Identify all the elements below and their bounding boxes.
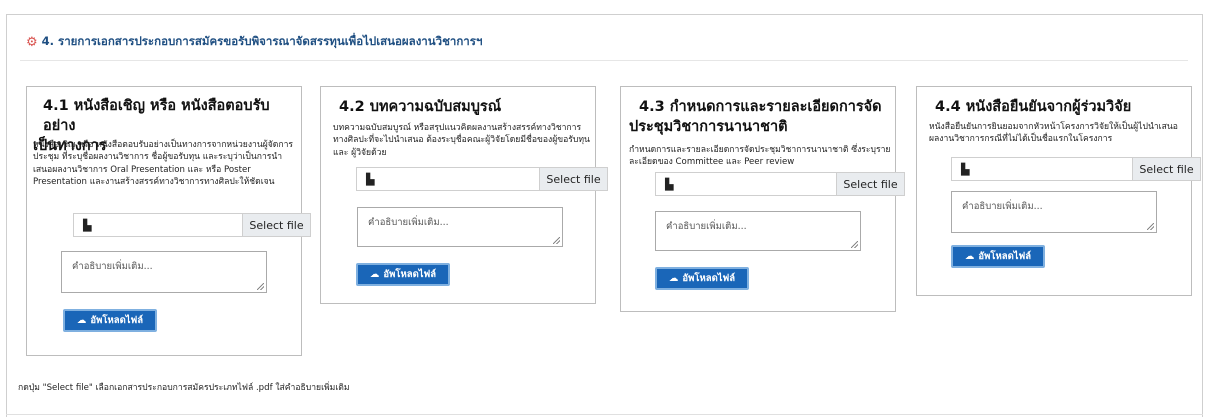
textarea-placeholder: คำอธิบายเพิ่มเติม... <box>368 217 449 228</box>
document-card-4-3: 4.3 กำหนดการและรายละเอียดการจัด ประชุมวิ… <box>620 86 905 312</box>
card-title: 4.4 หนังสือยืนยันจากผู้ร่วมวิจัย <box>935 99 1132 115</box>
resize-handle[interactable] <box>851 241 858 248</box>
upload-file-button[interactable]: ☁ อัพโหลดไฟล์ <box>655 267 749 290</box>
gear-icon: ⚙ <box>26 34 38 50</box>
file-icon: ▙ <box>665 177 674 191</box>
instruction-note: กดปุ่ม "Select file" เลือกเอกสารประกอบกา… <box>18 383 350 393</box>
select-file-button[interactable]: Select file <box>243 213 311 237</box>
cloud-upload-icon: ☁ <box>369 269 380 280</box>
upload-file-button[interactable]: ☁ อัพโหลดไฟล์ <box>63 309 157 332</box>
file-icon: ▙ <box>366 172 375 186</box>
document-card-4-1: 4.1 หนังสือเชิญ หรือ หนังสือตอบรับอย่าง … <box>26 86 311 356</box>
file-picker[interactable]: ▙ Select file <box>356 167 608 191</box>
section-header: ⚙ 4. รายการเอกสารประกอบการสมัครขอรับพิจา… <box>26 33 482 51</box>
file-picker[interactable]: ▙ Select file <box>951 157 1201 181</box>
bottom-divider <box>6 414 1203 415</box>
file-icon: ▙ <box>83 218 92 232</box>
file-name-field[interactable]: ▙ <box>73 213 243 237</box>
file-name-field[interactable]: ▙ <box>356 167 540 191</box>
file-picker[interactable]: ▙ Select file <box>655 172 905 196</box>
cloud-upload-icon: ☁ <box>76 315 87 326</box>
resize-handle[interactable] <box>1147 223 1154 230</box>
select-file-button[interactable]: Select file <box>1133 157 1201 181</box>
card-description: หนังสือยืนยันการยินยอมจากหัวหน้าโครงการว… <box>929 122 1178 145</box>
card-description: กำหนดการและรายละเอียดการจัดประชุมวิชาการ… <box>629 145 891 168</box>
select-file-button[interactable]: Select file <box>837 172 905 196</box>
card-description: หนังสือเชิญ หรือ หนังสือตอบรับอย่างเป็นท… <box>33 140 294 187</box>
resize-handle[interactable] <box>553 237 560 244</box>
file-picker[interactable]: ▙ Select file <box>73 213 311 237</box>
description-textarea[interactable]: คำอธิบายเพิ่มเติม... <box>61 251 267 293</box>
card-title: 4.3 กำหนดการและรายละเอียดการจัด ประชุมวิ… <box>629 99 882 135</box>
document-card-4-2: 4.2 บทความฉบับสมบูรณ์ บทความฉบับสมบูรณ์ … <box>320 86 608 304</box>
description-textarea[interactable]: คำอธิบายเพิ่มเติม... <box>655 211 861 251</box>
textarea-placeholder: คำอธิบายเพิ่มเติม... <box>962 201 1043 212</box>
cloud-upload-icon: ☁ <box>668 273 679 284</box>
card-description: บทความฉบับสมบูรณ์ หรือสรุปแนวคิดผลงานสร้… <box>333 123 590 158</box>
file-name-field[interactable]: ▙ <box>655 172 837 196</box>
cloud-upload-icon: ☁ <box>964 251 975 262</box>
document-card-4-4: 4.4 หนังสือยืนยันจากผู้ร่วมวิจัย หนังสือ… <box>916 86 1201 296</box>
upload-file-button[interactable]: ☁ อัพโหลดไฟล์ <box>356 263 450 286</box>
description-textarea[interactable]: คำอธิบายเพิ่มเติม... <box>951 191 1157 233</box>
card-title: 4.2 บทความฉบับสมบูรณ์ <box>339 99 502 115</box>
file-icon: ▙ <box>961 162 970 176</box>
section-title: 4. รายการเอกสารประกอบการสมัครขอรับพิจารณ… <box>41 34 483 48</box>
textarea-placeholder: คำอธิบายเพิ่มเติม... <box>666 221 747 232</box>
description-textarea[interactable]: คำอธิบายเพิ่มเติม... <box>357 207 563 247</box>
select-file-button[interactable]: Select file <box>540 167 608 191</box>
upload-file-button[interactable]: ☁ อัพโหลดไฟล์ <box>951 245 1045 268</box>
section-divider <box>20 60 1188 61</box>
textarea-placeholder: คำอธิบายเพิ่มเติม... <box>72 261 153 272</box>
file-name-field[interactable]: ▙ <box>951 157 1133 181</box>
resize-handle[interactable] <box>257 283 264 290</box>
